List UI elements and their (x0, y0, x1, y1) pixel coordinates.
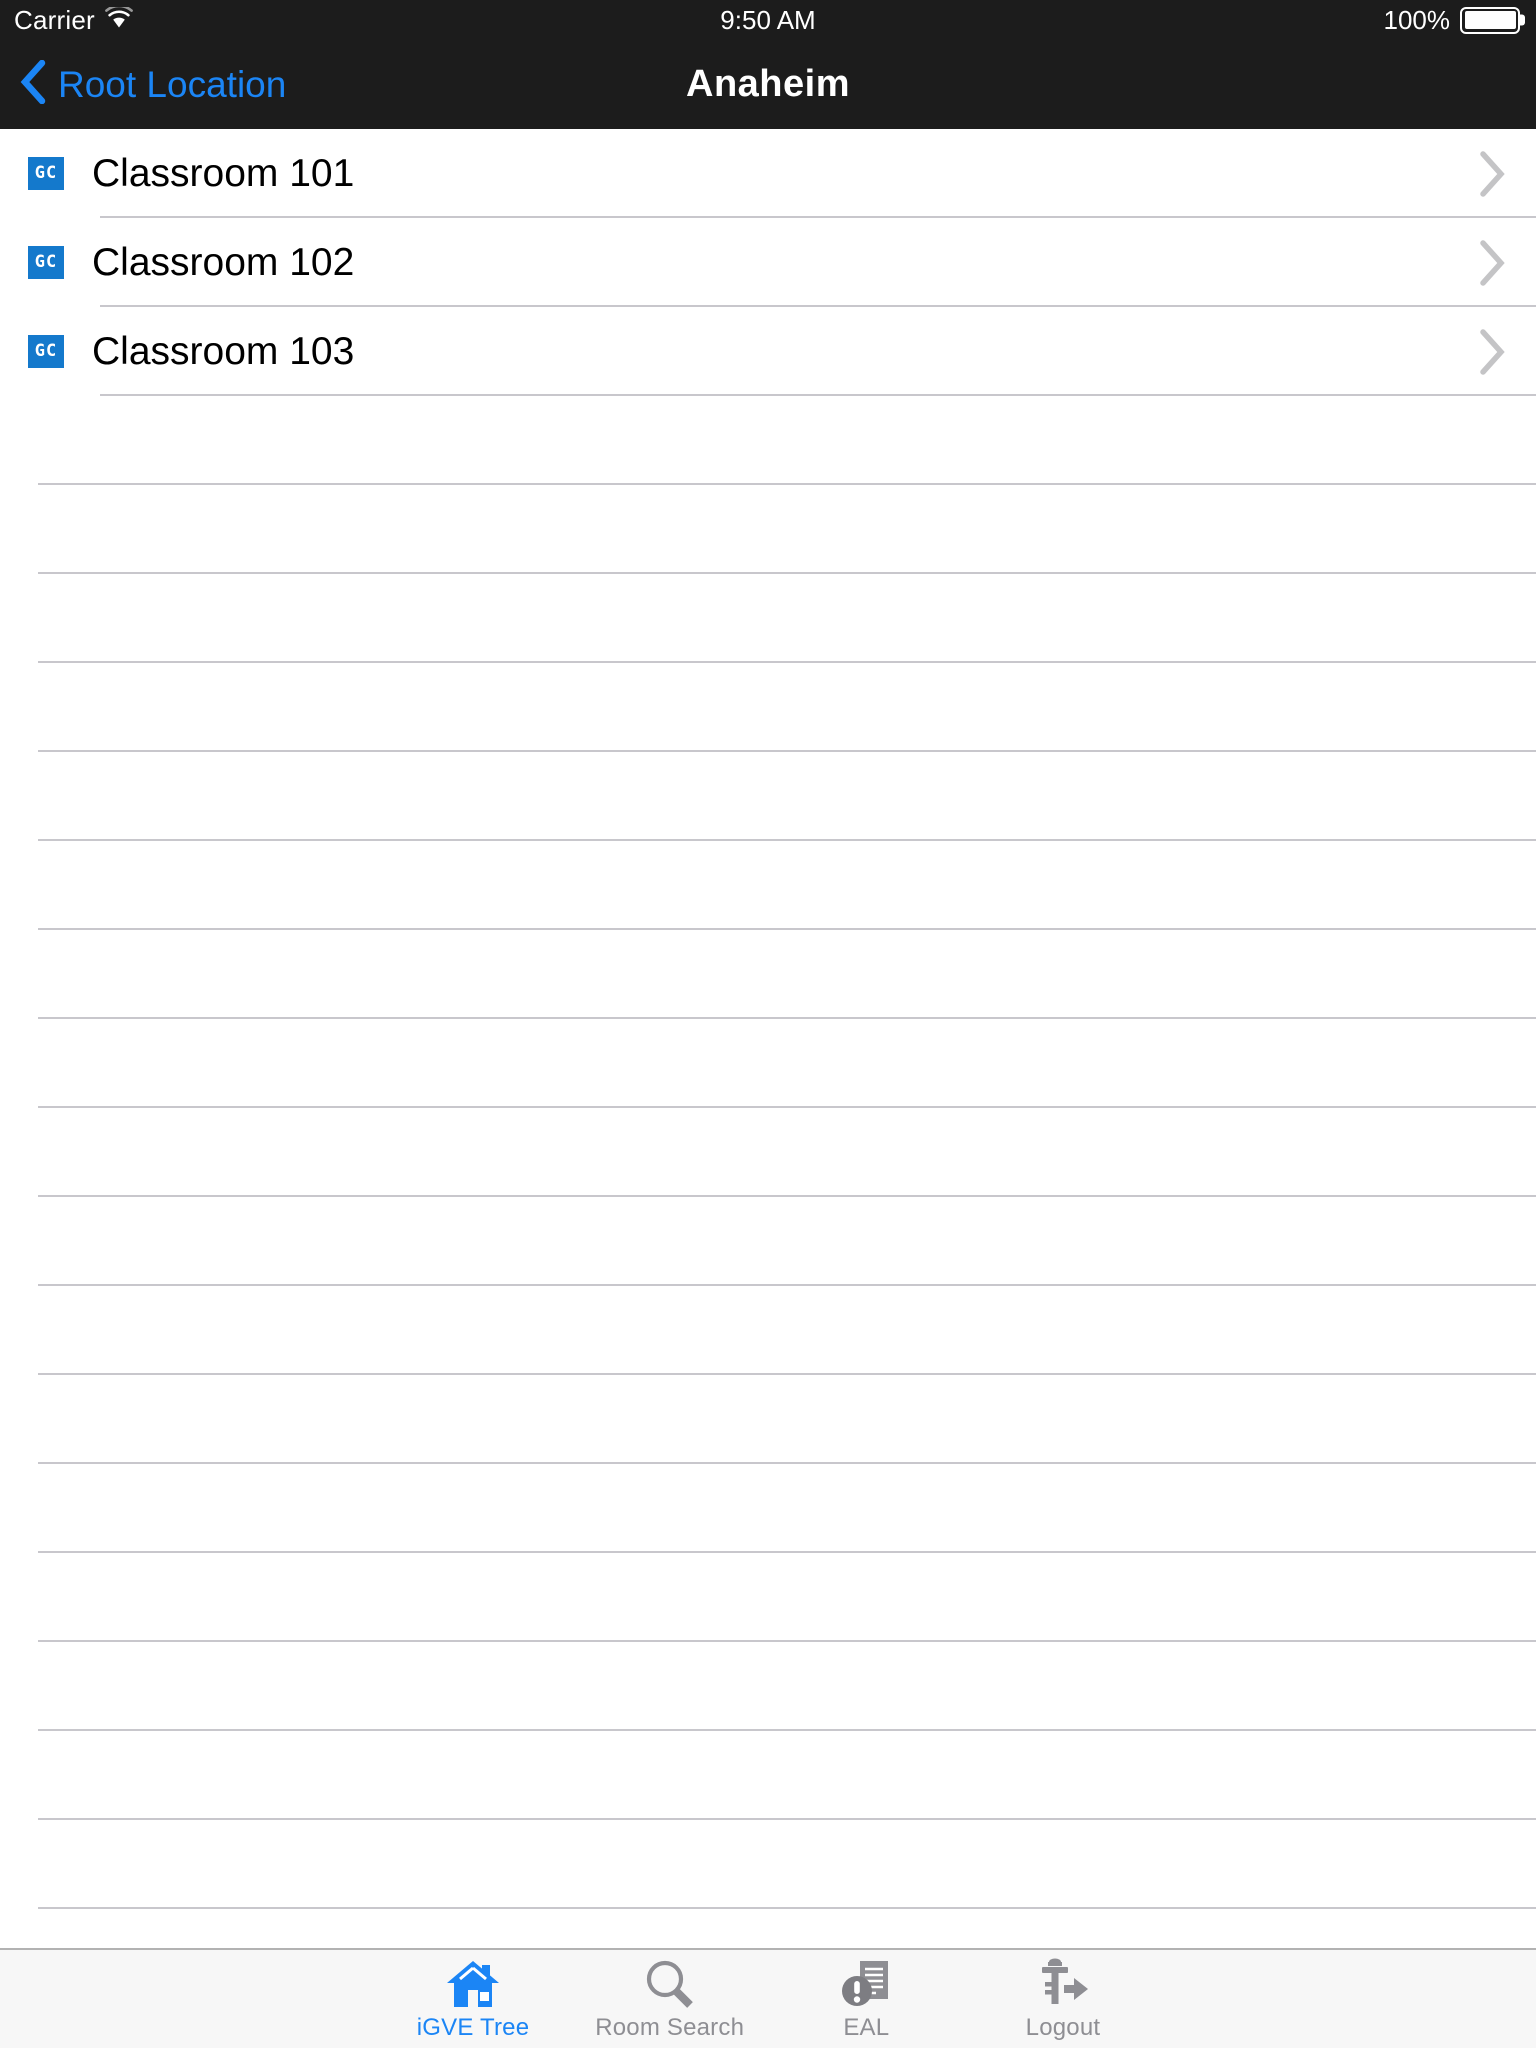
tab-igve-tree[interactable]: iGVE Tree (378, 1956, 568, 2042)
list-item-label: Classroom 103 (92, 329, 355, 373)
app-root: Carrier 9:50 AM 100% Root Location Anahe… (0, 0, 1536, 2048)
tab-strip: iGVE Tree Room Search EAL Logout (378, 1956, 1158, 2042)
document-alert-icon (840, 1958, 892, 2010)
empty-row (0, 1108, 1536, 1197)
tab-label: Logout (1025, 2014, 1101, 2041)
row-icon-wrap: GC (0, 246, 92, 279)
navigation-bar: Root Location Anaheim (0, 40, 1536, 129)
table-row[interactable]: GC Classroom 101 (0, 129, 1536, 218)
magnifier-icon (643, 1958, 697, 2010)
empty-row (0, 930, 1536, 1019)
row-icon-wrap: GC (0, 157, 92, 190)
tab-logout[interactable]: Logout (968, 1956, 1158, 2042)
tab-label: iGVE Tree (416, 2014, 530, 2041)
empty-row (0, 841, 1536, 930)
tab-eal[interactable]: EAL (771, 1956, 961, 2042)
location-list[interactable]: GC Classroom 101 GC Classroom 102 GC Classroo… (0, 129, 1536, 1948)
list-item-label: Classroom 101 (92, 151, 355, 195)
empty-row (0, 1553, 1536, 1642)
tab-label: EAL (843, 2014, 890, 2041)
status-bar-right: 100% (1383, 4, 1520, 36)
empty-row (0, 1464, 1536, 1553)
list-rows-container: GC Classroom 101 GC Classroom 102 GC Classroo… (0, 129, 1536, 1948)
empty-row (0, 1731, 1536, 1820)
empty-row (0, 485, 1536, 574)
empty-row (0, 1820, 1536, 1909)
empty-row (0, 396, 1536, 485)
tab-room-search[interactable]: Room Search (575, 1956, 765, 2042)
empty-row (0, 1642, 1536, 1731)
battery-fill (1464, 11, 1516, 29)
row-icon-wrap: GC (0, 335, 92, 368)
home-icon (444, 1958, 502, 2010)
battery-full-icon (1460, 6, 1520, 34)
table-row[interactable]: GC Classroom 102 (0, 218, 1536, 307)
empty-row (0, 1375, 1536, 1464)
status-bar: Carrier 9:50 AM 100% (0, 0, 1536, 40)
status-bar-clock: 9:50 AM (720, 4, 816, 35)
gc-badge-icon: GC (28, 246, 64, 279)
gc-badge-icon: GC (28, 335, 64, 368)
empty-row (0, 752, 1536, 841)
table-row[interactable]: GC Classroom 103 (0, 307, 1536, 396)
chevron-right-icon[interactable] (1446, 149, 1536, 199)
empty-row (0, 1286, 1536, 1375)
battery-percent-label: 100% (1383, 4, 1451, 35)
tab-bar: iGVE Tree Room Search EAL Logout (0, 1948, 1536, 2048)
empty-row (0, 574, 1536, 663)
empty-row (0, 1909, 1536, 1948)
empty-row (0, 663, 1536, 752)
gc-badge-icon: GC (28, 157, 64, 190)
tab-label: Room Search (595, 2014, 745, 2041)
chevron-right-icon[interactable] (1446, 327, 1536, 377)
list-item-label: Classroom 102 (92, 240, 355, 284)
empty-row (0, 1019, 1536, 1108)
empty-row (0, 1197, 1536, 1286)
page-title: Anaheim (686, 63, 850, 105)
chevron-right-icon[interactable] (1446, 238, 1536, 288)
key-exit-icon (1036, 1958, 1090, 2010)
